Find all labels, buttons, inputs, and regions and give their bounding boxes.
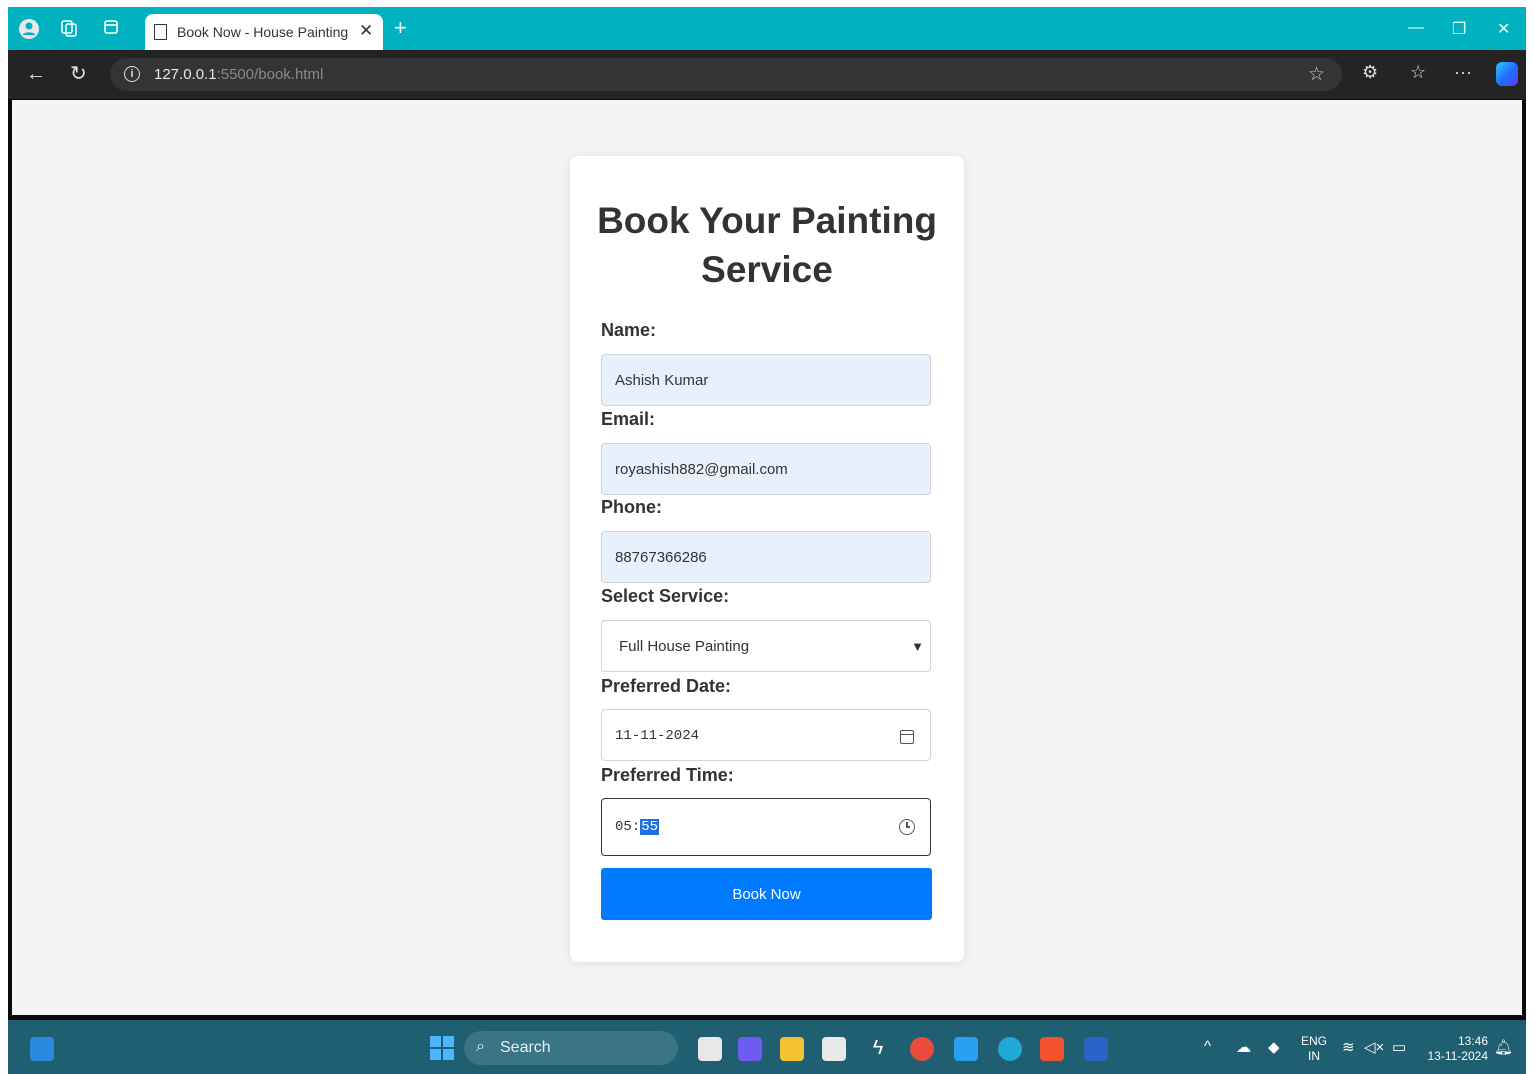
onedrive-icon[interactable]: ☁ <box>1236 1038 1251 1056</box>
time-hour[interactable]: 05 <box>615 819 632 835</box>
form-title: Book Your Painting Service <box>597 200 937 290</box>
copilot-icon[interactable] <box>1496 62 1518 86</box>
date-value: 11-11-2024 <box>615 728 700 744</box>
service-selected-value: Full House Painting <box>619 638 750 655</box>
tab-actions-icon[interactable] <box>100 18 122 40</box>
search-label: Search <box>500 1039 551 1056</box>
profile-icon[interactable] <box>18 18 40 40</box>
phone-input[interactable]: 88767366286 <box>601 531 931 583</box>
language-indicator[interactable]: ENG IN <box>1298 1034 1330 1064</box>
clock-icon[interactable] <box>899 819 915 835</box>
book-now-button[interactable]: Book Now <box>601 868 932 920</box>
wifi-icon[interactable]: ≋ <box>1342 1038 1355 1056</box>
time-minute[interactable]: 55 <box>640 819 660 835</box>
url-text: 127.0.0.1:5500/book.html <box>154 66 324 83</box>
time-input[interactable]: 05:55 <box>601 798 931 856</box>
taskbar-search[interactable]: ⌕ Search <box>464 1031 678 1065</box>
notification-bell-icon[interactable]: 🔔︎ <box>1494 1038 1513 1056</box>
start-icon[interactable] <box>430 1036 454 1060</box>
taskbar: ⌕ Search ϟ ^ ☁ ◆ ENG IN ≋ ◁× ▭ 13:46 13-11… <box>8 1020 1526 1074</box>
date-label: Preferred Date: <box>601 676 732 696</box>
minimize-icon[interactable]: — <box>1408 19 1424 37</box>
chevron-up-icon[interactable]: ^ <box>1204 1038 1211 1055</box>
edge-icon[interactable] <box>998 1037 1022 1061</box>
phone-label: Phone: <box>601 497 662 517</box>
chrome-icon[interactable] <box>910 1037 934 1061</box>
security-icon[interactable]: ◆ <box>1268 1038 1280 1056</box>
chevron-down-icon: ▼ <box>911 639 924 654</box>
service-label: Select Service: <box>601 586 730 606</box>
copilot-app-icon[interactable] <box>738 1037 762 1061</box>
tab-bar: Book Now - House Painting Serv ✕ + — ❐ ✕ <box>8 7 1526 50</box>
name-label: Name: <box>601 320 657 340</box>
booking-form-card: Book Your Painting Service Name: Ashish … <box>570 156 964 962</box>
tab-title: Book Now - House Painting Serv <box>177 24 353 40</box>
vscode-icon[interactable] <box>954 1037 978 1061</box>
clock-tray[interactable]: 13:46 13-11-2024 <box>1418 1034 1489 1064</box>
email-label: Email: <box>601 409 656 429</box>
time-label: Preferred Time: <box>601 765 734 785</box>
name-input[interactable]: Ashish Kumar <box>601 354 931 406</box>
more-options-icon[interactable]: ··· <box>1454 62 1472 83</box>
widgets-icon[interactable] <box>30 1037 54 1061</box>
new-tab-icon[interactable]: + <box>394 17 407 39</box>
restore-icon[interactable]: ❐ <box>1452 19 1466 39</box>
store-icon[interactable] <box>822 1037 846 1061</box>
battery-icon[interactable]: ▭ <box>1392 1038 1406 1056</box>
word-icon[interactable] <box>1084 1037 1108 1061</box>
file-explorer-icon[interactable] <box>780 1037 804 1061</box>
email-input[interactable]: royashish882@gmail.com <box>601 443 931 495</box>
search-icon: ⌕ <box>476 1038 485 1055</box>
close-tab-icon[interactable]: ✕ <box>359 21 373 41</box>
calendar-icon[interactable] <box>900 730 914 744</box>
tab-book-now[interactable]: Book Now - House Painting Serv ✕ <box>145 14 383 50</box>
back-icon[interactable]: ← <box>26 63 46 85</box>
navigation-bar: ← ↻ i 127.0.0.1:5500/book.html ☆ ⚙ ☆ ··· <box>8 50 1526 99</box>
extensions-icon[interactable]: ⚙ <box>1362 62 1378 83</box>
brave-icon[interactable] <box>1040 1037 1064 1061</box>
close-window-icon[interactable]: ✕ <box>1497 19 1510 39</box>
date-input[interactable]: 11-11-2024 <box>601 709 931 761</box>
address-bar[interactable]: i 127.0.0.1:5500/book.html ☆ <box>110 58 1342 91</box>
document-icon <box>154 24 167 40</box>
service-select[interactable]: Full House Painting ▼ <box>601 620 931 672</box>
workspaces-icon[interactable] <box>58 18 80 40</box>
refresh-icon[interactable]: ↻ <box>70 63 87 85</box>
favorite-star-icon[interactable]: ☆ <box>1308 63 1325 86</box>
terminal-icon[interactable]: ϟ <box>866 1037 890 1061</box>
volume-icon[interactable]: ◁× <box>1364 1038 1384 1056</box>
site-info-icon[interactable]: i <box>124 66 140 82</box>
favorites-icon[interactable]: ☆ <box>1410 62 1426 83</box>
task-view-icon[interactable] <box>698 1037 722 1061</box>
